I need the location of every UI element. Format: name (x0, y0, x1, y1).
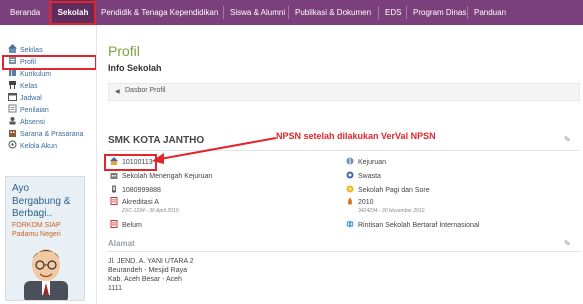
sidebar-item-label: Sekilas (20, 47, 43, 54)
building-icon (9, 130, 16, 137)
mascot-illustration (24, 249, 68, 300)
sidebar-item-penilaian[interactable]: Penilaian (8, 104, 49, 116)
sidebar-item-label: Absensi (20, 119, 45, 126)
school-icon (110, 157, 118, 165)
phone-icon (112, 185, 116, 193)
iso-value: Belum (122, 222, 142, 229)
iso-row: Belum (110, 220, 142, 231)
nav-program-dinas[interactable]: Program Dinas (413, 0, 466, 25)
akreditasi-value: Akreditasi A (122, 199, 159, 206)
flame-icon (348, 197, 352, 205)
promo-padamu-negeri: Padamu Negeri (12, 231, 61, 238)
address-line-2: Beurandeh - Mesjid Raya (108, 267, 187, 274)
nav-divider (288, 6, 289, 19)
sidebar-item-label: Kelas (20, 83, 38, 90)
nav-divider (378, 6, 379, 19)
sidebar-item-kelola-akun[interactable]: Kelola Akun (8, 140, 57, 152)
highlight-box-sekolah (49, 1, 96, 25)
sidebar-item-sarana-prasarana[interactable]: Sarana & Prasarana (8, 128, 83, 140)
breadcrumb-link-dasbor-profil[interactable]: Dasbor Profil (125, 87, 165, 94)
account-icon (8, 140, 17, 149)
nav-divider (406, 6, 407, 19)
sidebar-item-jadwal[interactable]: Jadwal (8, 92, 42, 104)
address-line-4: 1111 (108, 285, 123, 292)
nav-publikasi[interactable]: Publikasi & Dokumen (295, 0, 371, 25)
address-line-1: Jl. JEND. A. YANI UTARA 2 (108, 258, 194, 265)
sun-icon (346, 185, 354, 193)
waktu-row: Sekolah Pagi dan Sore (346, 185, 430, 196)
status-icon (346, 171, 354, 179)
document-icon (110, 197, 118, 205)
phone-value: 1080999888 (122, 187, 161, 194)
akreditasi-note: ZXC-1234 - 30 April 2010 (122, 208, 179, 214)
nav-divider (223, 6, 224, 19)
nav-siswa-alumni[interactable]: Siswa & Alumni (230, 0, 285, 25)
back-arrow-icon: ◀ (115, 89, 120, 95)
status-value: Swasta (358, 173, 381, 180)
promo-heading-2: Bergabung & Berbagi.. (12, 196, 71, 219)
sidebar-item-label: Kelola Akun (20, 143, 57, 150)
sidebar-item-label: Jadwal (20, 95, 42, 102)
nav-eds[interactable]: EDS (385, 0, 401, 25)
npsn-row: 10100113 (110, 157, 153, 168)
page-title: Profil (108, 43, 140, 59)
nav-pendidik[interactable]: Pendidik & Tenaga Kependidikan (101, 0, 218, 25)
section-divider (108, 251, 580, 252)
nav-beranda[interactable]: Beranda (10, 0, 40, 25)
tools-icon (346, 157, 354, 165)
bentuk-value: Kejuruan (358, 159, 387, 166)
school-building-icon (110, 173, 118, 179)
forkom-promo-banner[interactable]: Ayo Bergabung & Berbagi.. FORKOM SIAP Pa… (5, 176, 85, 301)
edit-pencil-icon[interactable]: ✎ (564, 239, 571, 248)
jenjang-value: Sekolah Menengah Kejuruan (122, 173, 213, 180)
grade-icon (8, 104, 17, 113)
alamat-heading: Alamat (108, 239, 135, 248)
certificate-icon (110, 220, 118, 228)
status-row: Swasta (346, 171, 381, 182)
jenjang-row: Sekolah Menengah Kejuruan (110, 171, 212, 182)
tahun-value: 2010 (358, 199, 374, 206)
breadcrumb: ◀ Dasbor Profil (108, 83, 580, 101)
sidebar-divider (96, 25, 97, 304)
npsn-value: 10100113 (122, 159, 153, 166)
sidebar-item-absensi[interactable]: Absensi (8, 116, 45, 128)
page-subtitle: Info Sekolah (108, 63, 162, 73)
akreditasi-row: Akreditasi A (110, 197, 159, 208)
phone-row: 1080999888 (110, 185, 161, 196)
bentuk-row: Kejuruan (346, 157, 386, 168)
class-icon (9, 81, 16, 89)
sidebar-item-label: Penilaian (20, 107, 49, 114)
rintisan-value: Rintisan Sekolah Bertaraf Internasional (358, 222, 480, 229)
waktu-value: Sekolah Pagi dan Sore (358, 187, 430, 194)
tahun-row: 2010 (346, 197, 374, 208)
promo-forkom: FORKOM SIAP (12, 222, 61, 229)
highlight-box-profil (2, 55, 97, 70)
home-icon (8, 44, 17, 53)
callout-arrow (152, 137, 277, 164)
globe-icon (346, 220, 354, 228)
tahun-note: 3424234 - 30 November 2010 (358, 208, 425, 214)
attendance-icon (9, 117, 16, 125)
sidebar-item-label: Sarana & Prasarana (20, 131, 84, 138)
nav-divider (467, 6, 468, 19)
address-line-3: Kab. Aceh Besar - Aceh (108, 276, 182, 283)
sidebar-item-kelas[interactable]: Kelas (8, 80, 38, 92)
nav-panduan[interactable]: Panduan (474, 0, 506, 25)
calendar-icon (8, 93, 17, 101)
promo-heading: Ayo (12, 183, 30, 194)
sidebar-item-label: Kurikulum (20, 71, 52, 78)
npsn-callout-text: NPSN setelah dilakukan VerVal NPSN (276, 131, 436, 141)
rintisan-row: Rintisan Sekolah Bertaraf Internasional (346, 220, 479, 231)
edit-pencil-icon[interactable]: ✎ (564, 135, 571, 144)
